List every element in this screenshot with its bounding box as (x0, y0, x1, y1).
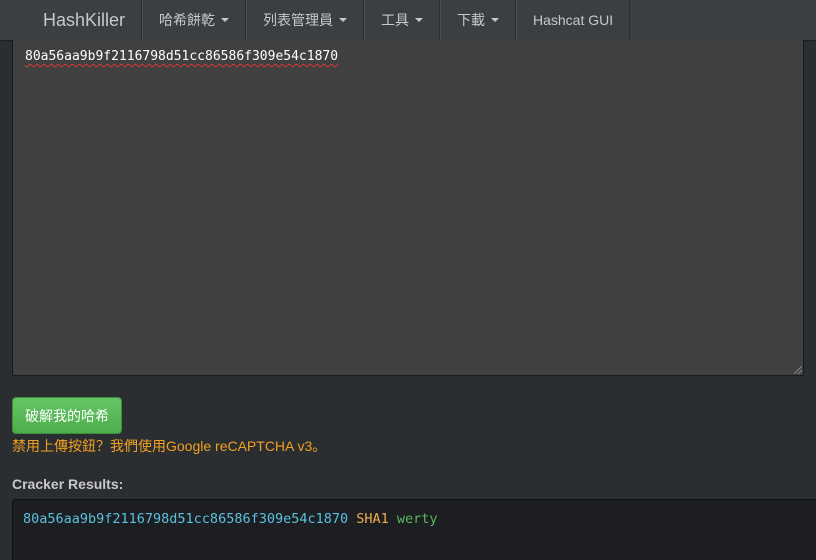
nav-label: 工具 (381, 12, 409, 28)
result-hash-type: SHA1 (356, 511, 389, 527)
resize-handle-icon[interactable] (794, 366, 802, 374)
nav-hashcat-gui[interactable]: Hashcat GUI (516, 0, 631, 40)
hash-input-value: 80a56aa9b9f2116798d51cc86586f309e54c1870 (25, 49, 339, 64)
nav-hash-cracker[interactable]: 哈希餅乾 (142, 0, 246, 40)
brand-logo[interactable]: HashKiller (0, 0, 142, 40)
caret-down-icon (339, 18, 347, 22)
nav-tools[interactable]: 工具 (364, 0, 440, 40)
nav-list-manager[interactable]: 列表管理員 (246, 0, 364, 40)
results-heading: Cracker Results: (12, 476, 124, 492)
crack-hashes-button[interactable]: 破解我的哈希 (12, 397, 122, 434)
nav-downloads[interactable]: 下載 (440, 0, 516, 40)
hash-input-textarea[interactable]: 80a56aa9b9f2116798d51cc86586f309e54c1870 (12, 40, 804, 376)
caret-down-icon (491, 18, 499, 22)
result-hash: 80a56aa9b9f2116798d51cc86586f309e54c1870 (23, 511, 349, 527)
caret-down-icon (221, 18, 229, 22)
navbar: HashKiller 哈希餅乾 列表管理員 工具 下載 Hashcat GUI (0, 0, 816, 41)
recaptcha-notice: 禁用上傳按鈕？我們使用Google reCAPTCHA v3。 (12, 438, 327, 454)
nav-label: 哈希餅乾 (159, 12, 215, 28)
caret-down-icon (415, 18, 423, 22)
nav-label: 下載 (457, 12, 485, 28)
result-plaintext: werty (396, 511, 438, 527)
nav-label: 列表管理員 (263, 12, 333, 28)
results-output: 80a56aa9b9f2116798d51cc86586f309e54c1870… (12, 499, 816, 560)
result-row: 80a56aa9b9f2116798d51cc86586f309e54c1870… (23, 511, 816, 527)
nav-label: Hashcat GUI (533, 12, 614, 28)
